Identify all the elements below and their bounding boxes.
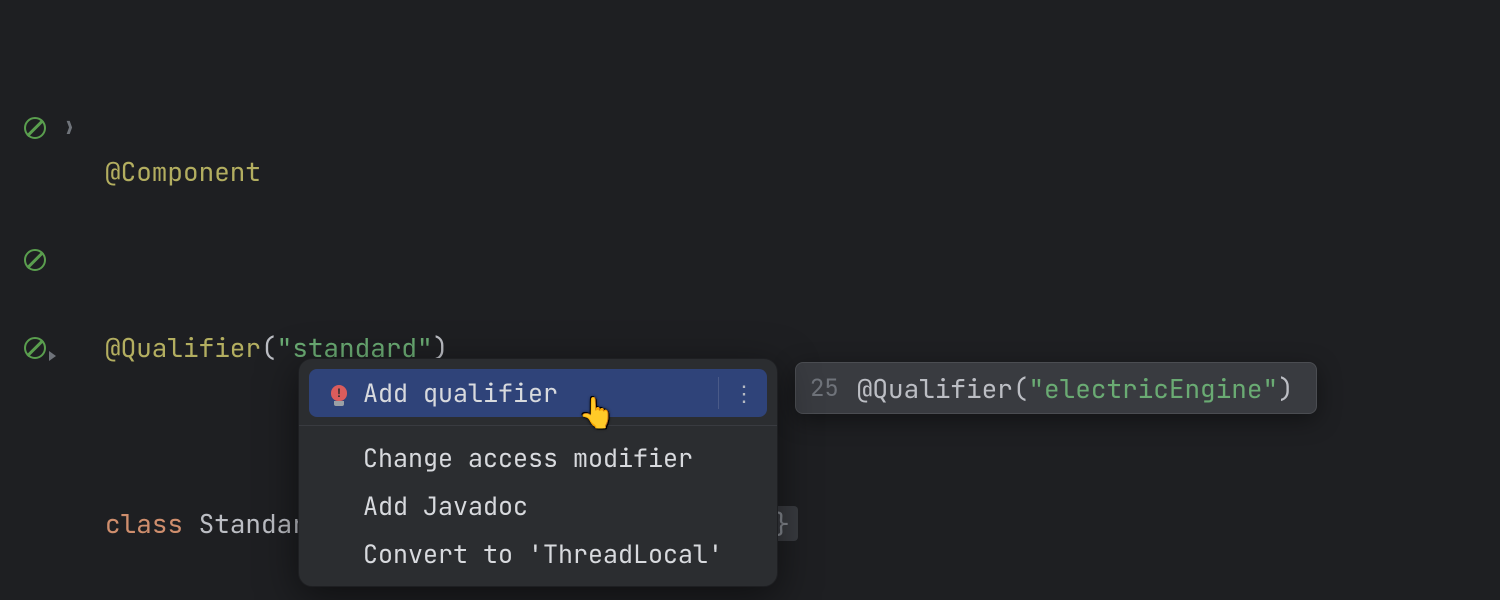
divider xyxy=(718,377,719,409)
quickfix-preview-tooltip: 25 @Qualifier("electricEngine") xyxy=(795,362,1317,414)
paren: ( xyxy=(1013,371,1029,406)
fold-toggle-icon[interactable]: ❯ xyxy=(64,117,75,140)
keyword: class xyxy=(105,506,183,541)
gutter-marker-autowire[interactable] xyxy=(0,326,105,370)
preview-annotation: @Qualifier xyxy=(857,371,1013,406)
bean-marker-icon xyxy=(24,117,46,139)
bean-marker-icon xyxy=(24,249,46,271)
intention-item-label: Add Javadoc xyxy=(363,489,528,523)
intention-item-label: Convert to 'ThreadLocal' xyxy=(363,537,723,571)
intention-item-add-javadoc[interactable]: Add Javadoc xyxy=(299,482,777,530)
gutter-marker-bean[interactable] xyxy=(0,238,105,282)
paren: ) xyxy=(1278,371,1294,406)
annotation: @Qualifier xyxy=(105,330,261,365)
error-bulb-icon xyxy=(327,381,351,405)
gutter-marker-bean[interactable]: ❯ xyxy=(0,106,105,150)
intention-item-change-access[interactable]: Change access modifier xyxy=(299,434,777,482)
editor-gutter: ❯ xyxy=(0,0,105,600)
more-options-icon[interactable]: ⋮ xyxy=(733,379,753,408)
intention-item-convert-threadlocal[interactable]: Convert to 'ThreadLocal' xyxy=(299,530,777,578)
annotation: @Component xyxy=(105,154,261,189)
separator xyxy=(299,425,777,426)
preview-line-number: 25 xyxy=(810,373,839,404)
autowire-marker-icon xyxy=(24,337,46,359)
code-line[interactable]: @Component xyxy=(105,150,1500,194)
paren: ( xyxy=(261,330,277,365)
preview-string: "electricEngine" xyxy=(1028,371,1278,406)
intention-item-label: Change access modifier xyxy=(363,441,693,475)
intention-item-add-qualifier[interactable]: Add qualifier ⋮ xyxy=(309,369,767,417)
intention-item-label: Add qualifier xyxy=(363,376,558,410)
intention-actions-popup: Add qualifier ⋮ Change access modifier A… xyxy=(298,358,778,587)
